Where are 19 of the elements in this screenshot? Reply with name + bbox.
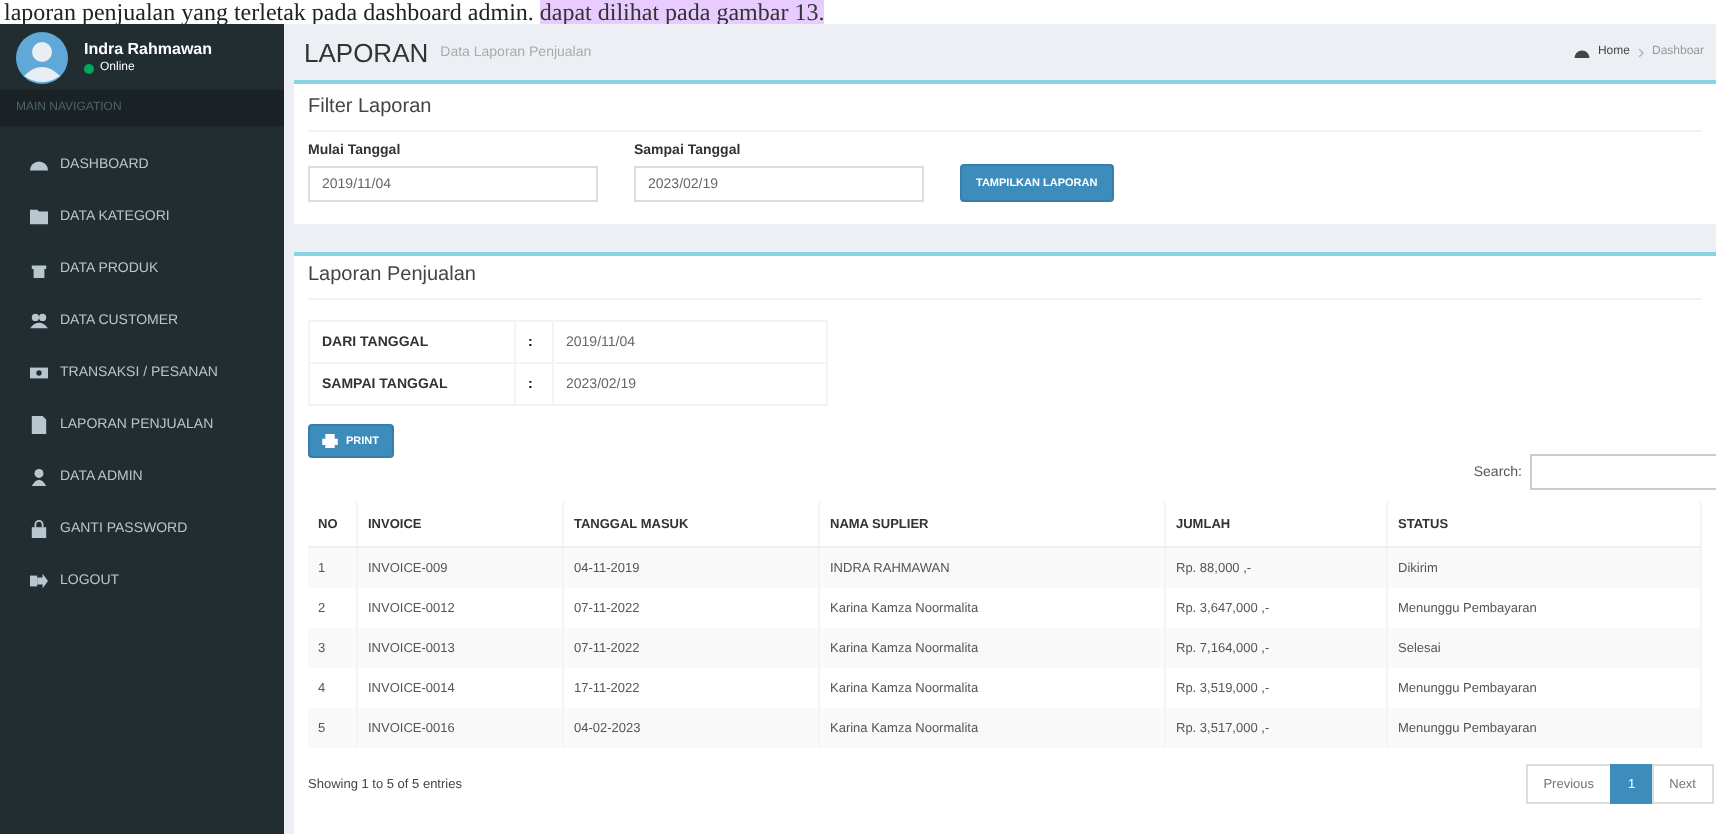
chevron-right-icon (1637, 47, 1644, 57)
dashboard-icon (30, 155, 48, 173)
sign-out-icon (30, 571, 48, 589)
gift-icon (30, 259, 48, 277)
dashboard-icon (1573, 46, 1590, 58)
folder-icon (30, 207, 48, 225)
printer-icon (322, 434, 338, 448)
lock-icon (30, 519, 48, 537)
search-field[interactable] (1530, 454, 1716, 490)
page-title: LAPORAN (304, 37, 429, 67)
document-icon (30, 415, 48, 433)
avatar-icon (16, 31, 68, 83)
panel-title: Laporan Penjualan (308, 260, 1702, 300)
panel-title: Filter Laporan (308, 92, 1702, 132)
users-icon (30, 311, 48, 329)
user-name: Indra Rahmawan (84, 40, 213, 58)
banknote-icon (30, 363, 48, 381)
user-icon (30, 467, 48, 485)
status-dot-icon (84, 63, 94, 73)
